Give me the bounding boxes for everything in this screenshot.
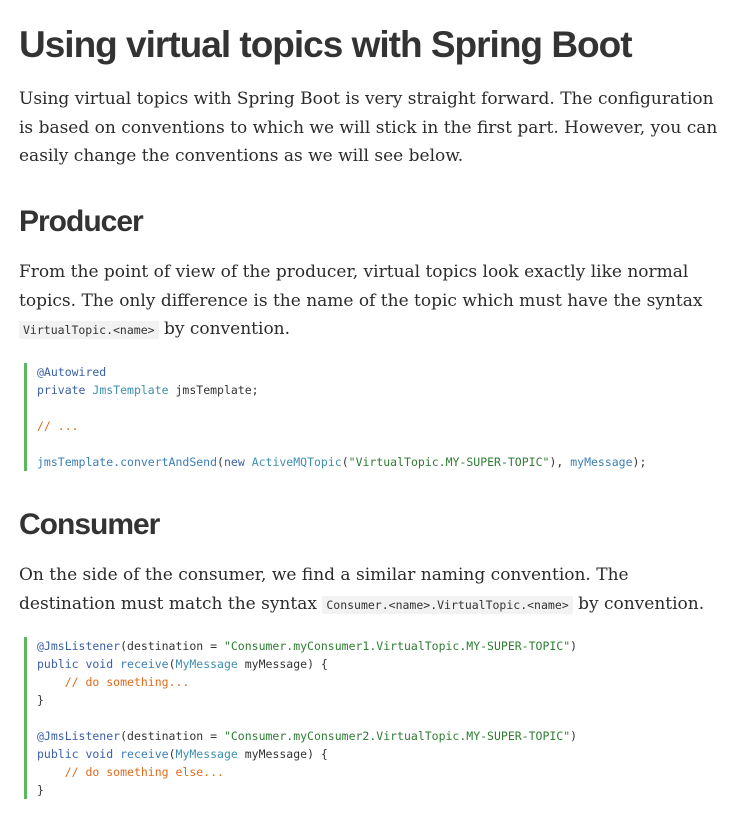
code-string: "Consumer.myConsumer1.VirtualTopic.MY-SU… (223, 639, 571, 653)
code-function: receive (120, 657, 169, 671)
code-text: ( (341, 455, 349, 469)
producer-inline-code: VirtualTopic.<name> (19, 321, 159, 339)
code-comment: // ... (37, 419, 79, 433)
code-line: @JmsListener(destination = "Consumer.myC… (37, 637, 737, 655)
code-comment: // do something else... (64, 765, 224, 779)
code-comment: // do something... (64, 675, 190, 689)
code-string: "Consumer.myConsumer2.VirtualTopic.MY-SU… (223, 729, 571, 743)
code-text: ) (570, 729, 578, 743)
code-line: } (37, 781, 737, 799)
code-string: "VirtualTopic.MY-SUPER-TOPIC" (348, 455, 550, 469)
code-annotation: @Autowired (37, 365, 107, 379)
code-function: receive (120, 747, 169, 761)
code-text: } (37, 693, 44, 707)
consumer-code-block: @JmsListener(destination = "Consumer.myC… (24, 637, 737, 799)
code-object: jmsTemplate. (37, 455, 121, 469)
code-type: MyMessage (175, 747, 238, 761)
code-line: @Autowired (37, 363, 737, 381)
consumer-text-after: by convention. (572, 593, 705, 614)
code-annotation: @JmsListener (37, 729, 121, 743)
consumer-heading: Consumer (19, 508, 160, 541)
code-line: jmsTemplate.convertAndSend(new ActiveMQT… (37, 453, 737, 471)
code-line: } (37, 691, 737, 709)
producer-heading: Producer (19, 205, 144, 238)
code-annotation: @JmsListener (37, 639, 121, 653)
producer-text-before: From the point of view of the producer, … (19, 262, 703, 311)
code-text: ), (549, 455, 571, 469)
consumer-inline-code: Consumer.<name>.VirtualTopic.<name> (322, 595, 573, 614)
code-text: jmsTemplate; (168, 383, 259, 397)
code-line: public void receive(MyMessage myMessage)… (37, 655, 737, 673)
code-text: ( (168, 747, 176, 761)
code-line: @JmsListener(destination = "Consumer.myC… (37, 727, 737, 745)
producer-paragraph: From the point of view of the producer, … (19, 258, 719, 345)
code-text: (destination = (120, 729, 224, 743)
code-line-empty (37, 709, 737, 727)
code-keyword: new (223, 455, 245, 469)
code-line: private JmsTemplate jmsTemplate; (37, 381, 737, 399)
producer-code-block: @Autowired private JmsTemplate jmsTemplat… (24, 363, 737, 471)
code-text: (destination = (120, 639, 224, 653)
code-type: ActiveMQTopic (251, 455, 342, 469)
code-text: myMessage) { (237, 657, 328, 671)
code-line-empty (37, 435, 737, 453)
code-text: ); (632, 455, 647, 469)
code-function: convertAndSend (120, 455, 218, 469)
code-line: // do something... (37, 673, 737, 691)
code-line-empty (37, 399, 737, 417)
code-text: ( (168, 657, 176, 671)
code-text: ( (217, 455, 224, 469)
code-line: // ... (37, 417, 737, 435)
code-type: MyMessage (175, 657, 238, 671)
code-line: // do something else... (37, 763, 737, 781)
code-argument: myMessage (570, 455, 633, 469)
page-title: Using virtual topics with Spring Boot (19, 24, 633, 65)
intro-paragraph: Using virtual topics with Spring Boot is… (19, 89, 718, 166)
code-line: public void receive(MyMessage myMessage)… (37, 745, 737, 763)
code-keyword: public void (37, 747, 114, 761)
code-keyword: public void (37, 657, 114, 671)
code-text: } (37, 783, 44, 797)
code-text: ) (570, 639, 578, 653)
code-keyword: private (37, 383, 86, 397)
consumer-paragraph: On the side of the consumer, we find a s… (19, 561, 719, 619)
code-text: myMessage) { (237, 747, 328, 761)
code-type: JmsTemplate (92, 383, 169, 397)
producer-text-after: by convention. (158, 319, 291, 339)
